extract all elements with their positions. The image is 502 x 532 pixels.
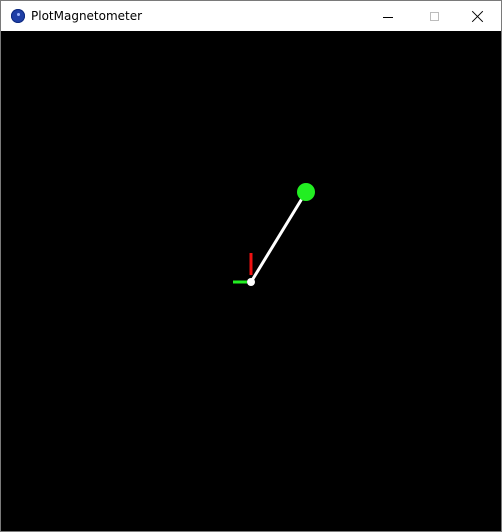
field-vector-tip xyxy=(297,183,315,201)
origin-point xyxy=(247,278,255,286)
app-window: PlotMagnetometer xyxy=(0,0,502,532)
close-icon xyxy=(472,10,484,22)
minimize-icon xyxy=(383,16,393,18)
magnetometer-plot xyxy=(233,183,315,286)
window-title: PlotMagnetometer xyxy=(31,9,143,23)
app-icon[interactable] xyxy=(11,9,25,23)
minimize-button[interactable] xyxy=(365,1,411,31)
close-button[interactable] xyxy=(455,1,501,31)
plot-canvas xyxy=(1,31,501,531)
maximize-button[interactable] xyxy=(411,1,457,31)
title-bar[interactable]: PlotMagnetometer xyxy=(1,1,501,31)
maximize-icon xyxy=(429,11,439,21)
field-vector-line xyxy=(249,190,308,284)
